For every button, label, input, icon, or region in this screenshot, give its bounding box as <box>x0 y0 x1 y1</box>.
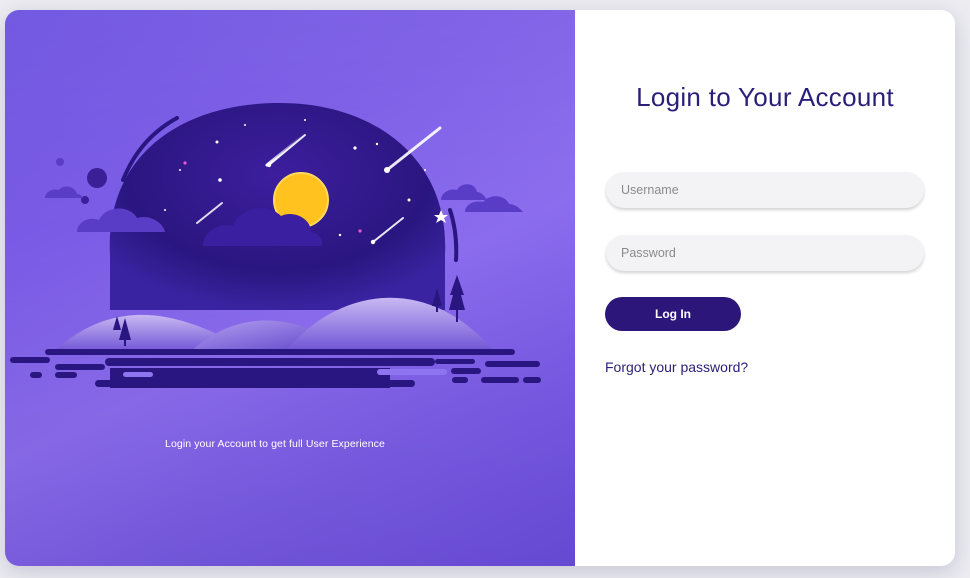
night-sky-illustration <box>10 102 541 388</box>
forgot-password-link[interactable]: Forgot your password? <box>605 359 748 375</box>
login-button[interactable]: Log In <box>605 297 741 331</box>
username-input[interactable] <box>606 172 924 208</box>
login-card: Login your Account to get full User Expe… <box>5 10 955 566</box>
login-panel: Login to Your Account Log In Forgot your… <box>575 10 955 566</box>
page-title: Login to Your Account <box>636 82 894 112</box>
brand-panel: Login your Account to get full User Expe… <box>5 10 575 566</box>
password-input[interactable] <box>606 235 924 271</box>
brand-tagline: Login your Account to get full User Expe… <box>165 438 385 450</box>
